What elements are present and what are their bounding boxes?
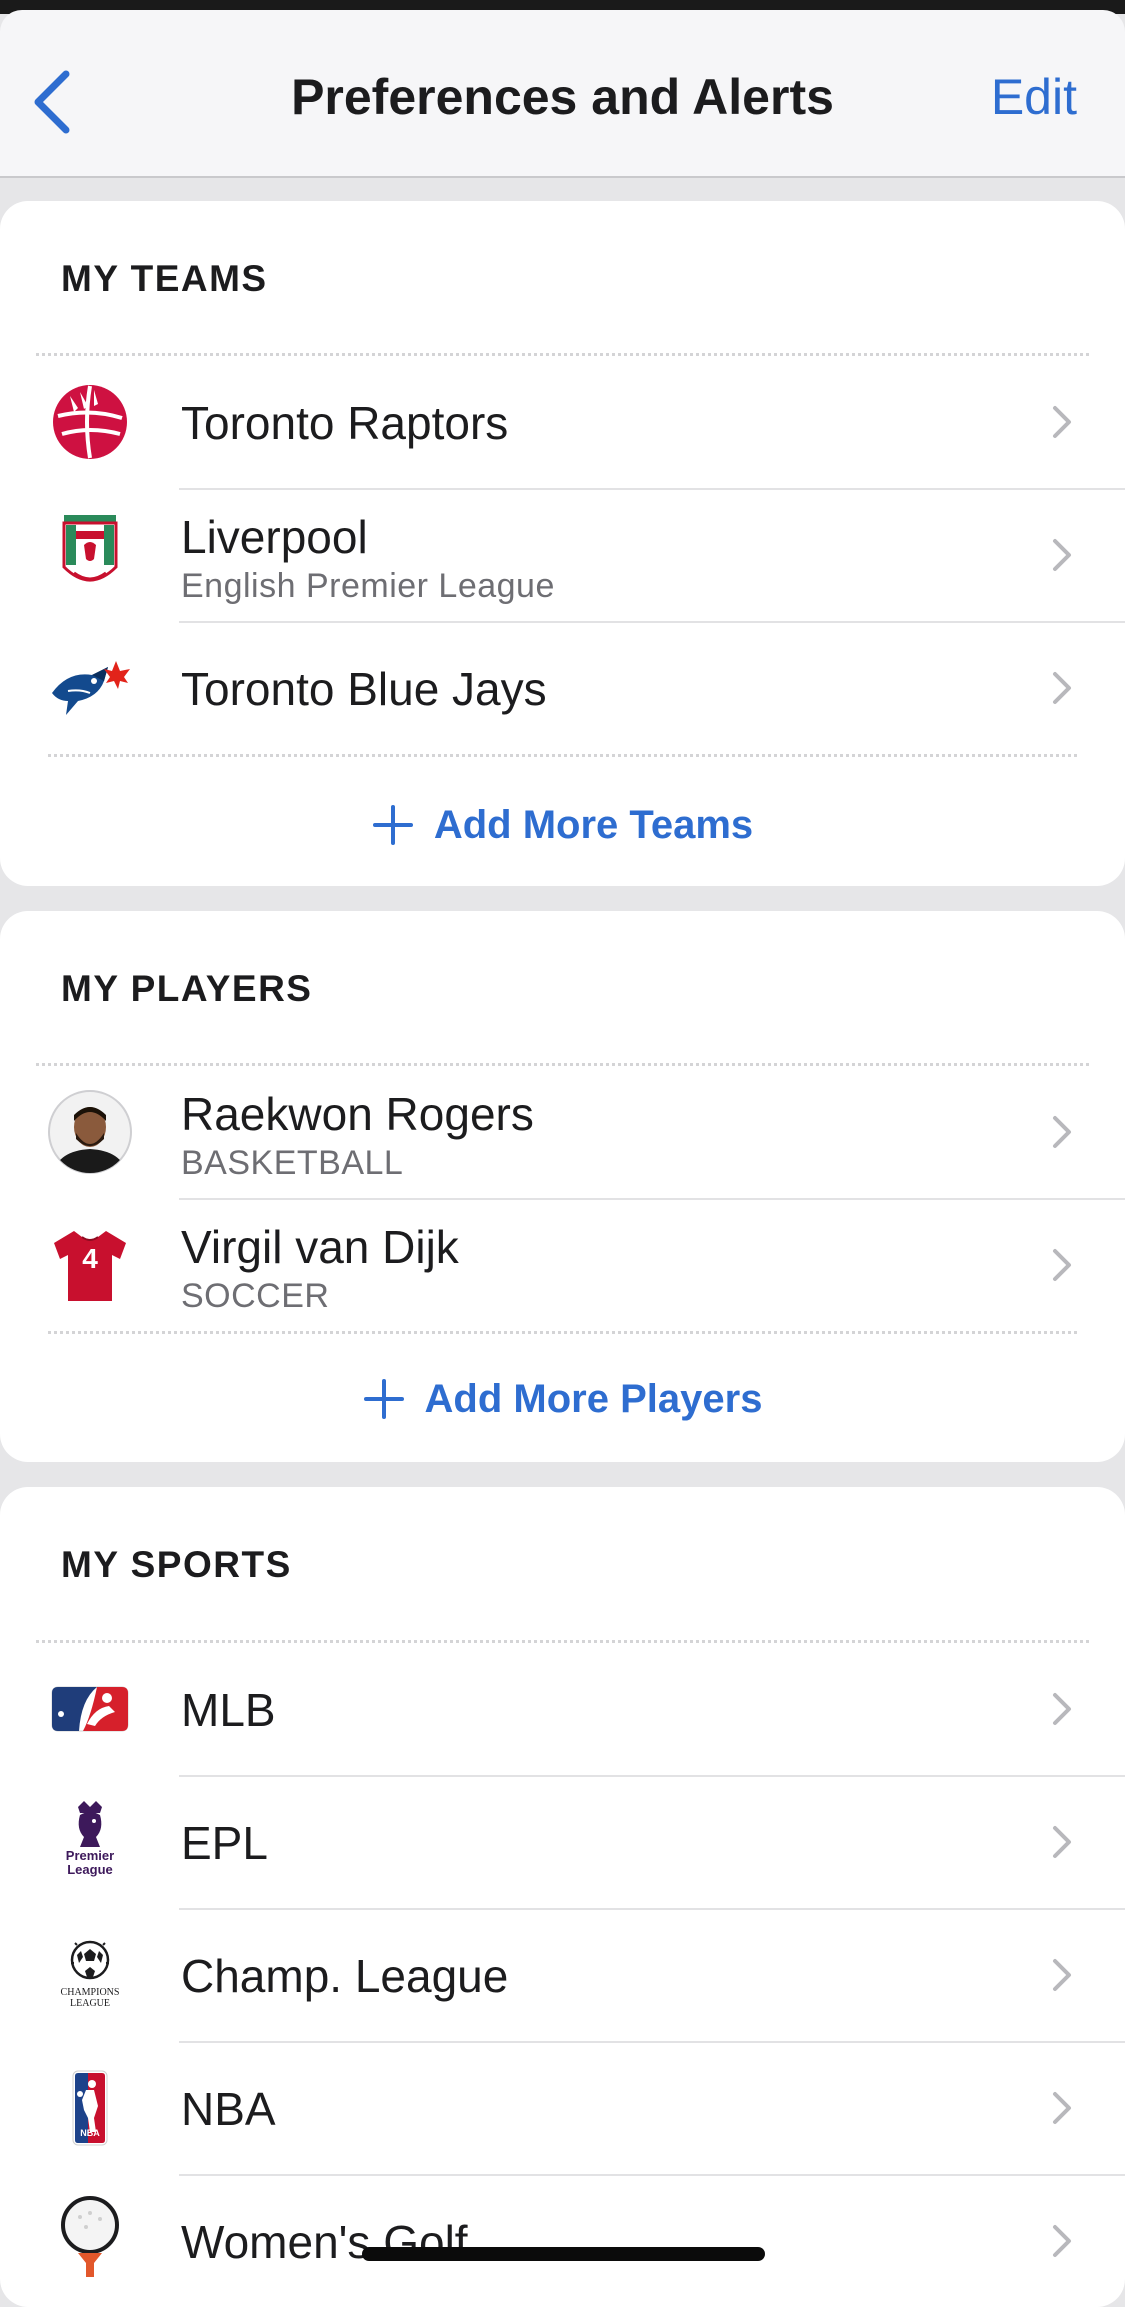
page-title: Preferences and Alerts xyxy=(291,69,834,125)
divider xyxy=(48,1331,1077,1334)
plus-icon xyxy=(363,1379,404,1419)
sport-name: Champ. League xyxy=(181,1950,509,2002)
premier-league-logo-text: Premier League xyxy=(65,1848,115,1877)
team-row-toronto-blue-jays[interactable]: Toronto Blue Jays xyxy=(0,622,1125,754)
section-header: MY TEAMS xyxy=(61,258,268,299)
chevron-right-icon xyxy=(1053,1959,1071,1991)
sport-name: MLB xyxy=(181,1684,276,1736)
sport-row-epl[interactable]: Premier League EPL xyxy=(0,1776,1125,1908)
section-header: MY PLAYERS xyxy=(61,968,313,1009)
chevron-right-icon xyxy=(1053,539,1071,571)
divider xyxy=(48,754,1077,757)
team-row-toronto-raptors[interactable]: Toronto Raptors xyxy=(0,356,1125,488)
player-sport: SOCCER xyxy=(181,1277,330,1315)
chevron-right-icon xyxy=(1053,1826,1071,1858)
chevron-right-icon xyxy=(1053,672,1071,704)
add-more-players-label: Add More Players xyxy=(424,1376,763,1421)
sport-row-mlb[interactable]: MLB xyxy=(0,1643,1125,1775)
player-headshot-icon xyxy=(46,1088,134,1176)
champions-league-logo-icon: CHAMPIONS LEAGUE xyxy=(46,1929,134,2017)
nba-logo-icon: NBA xyxy=(46,2064,134,2152)
my-teams-card: MY TEAMS Toronto Raptors Liverpool Engli… xyxy=(0,201,1125,886)
add-more-players-button[interactable]: Add More Players xyxy=(0,1369,1125,1429)
sport-row-nba[interactable]: NBA NBA xyxy=(0,2042,1125,2174)
home-indicator[interactable] xyxy=(362,2247,765,2261)
chevron-right-icon xyxy=(1053,2225,1071,2257)
player-name: Raekwon Rogers xyxy=(181,1088,534,1140)
team-name: Liverpool xyxy=(181,511,368,563)
chevron-right-icon xyxy=(1053,1693,1071,1725)
player-name: Virgil van Dijk xyxy=(181,1221,459,1273)
chevron-right-icon xyxy=(1053,2092,1071,2124)
player-row-raekwon-rogers[interactable]: Raekwon Rogers BASKETBALL xyxy=(0,1066,1125,1198)
sport-name: NBA xyxy=(181,2083,276,2135)
blue-jays-logo-icon xyxy=(46,644,134,732)
team-row-liverpool[interactable]: Liverpool English Premier League xyxy=(0,489,1125,621)
my-players-card: MY PLAYERS Raekwon Rogers BASKETBALL 4 V… xyxy=(0,911,1125,1462)
player-sport: BASKETBALL xyxy=(181,1144,404,1182)
nba-logo-text: NBA xyxy=(80,2128,100,2138)
plus-icon xyxy=(372,805,413,845)
chevron-right-icon xyxy=(1053,1249,1071,1281)
team-name: Toronto Raptors xyxy=(181,397,509,449)
jersey-number: 4 xyxy=(82,1243,98,1274)
my-sports-card: MY SPORTS MLB Premier League EPL CHAMPIO… xyxy=(0,1487,1125,2307)
sport-row-womens-golf[interactable]: Women's Golf xyxy=(0,2175,1125,2307)
team-name: Toronto Blue Jays xyxy=(181,663,547,715)
sport-name: EPL xyxy=(181,1817,268,1869)
sport-row-champions-league[interactable]: CHAMPIONS LEAGUE Champ. League xyxy=(0,1909,1125,2041)
chevron-right-icon xyxy=(1053,1116,1071,1148)
golf-ball-icon xyxy=(46,2193,134,2281)
add-more-teams-label: Add More Teams xyxy=(433,802,754,847)
navigation-bar: Preferences and Alerts Edit xyxy=(0,10,1125,178)
section-header: MY SPORTS xyxy=(61,1544,292,1585)
mlb-logo-icon xyxy=(46,1665,134,1753)
team-league: English Premier League xyxy=(181,567,555,605)
raptors-logo-icon xyxy=(46,378,134,466)
champions-league-logo-text: CHAMPIONS LEAGUE xyxy=(60,1987,120,2009)
jersey-icon: 4 xyxy=(46,1221,134,1309)
add-more-teams-button[interactable]: Add More Teams xyxy=(0,795,1125,855)
premier-league-logo-icon: Premier League xyxy=(46,1794,134,1882)
player-row-virgil-van-dijk[interactable]: 4 Virgil van Dijk SOCCER xyxy=(0,1199,1125,1331)
chevron-right-icon xyxy=(1053,406,1071,438)
liverpool-crest-icon xyxy=(46,509,134,597)
edit-button[interactable]: Edit xyxy=(991,68,1077,126)
